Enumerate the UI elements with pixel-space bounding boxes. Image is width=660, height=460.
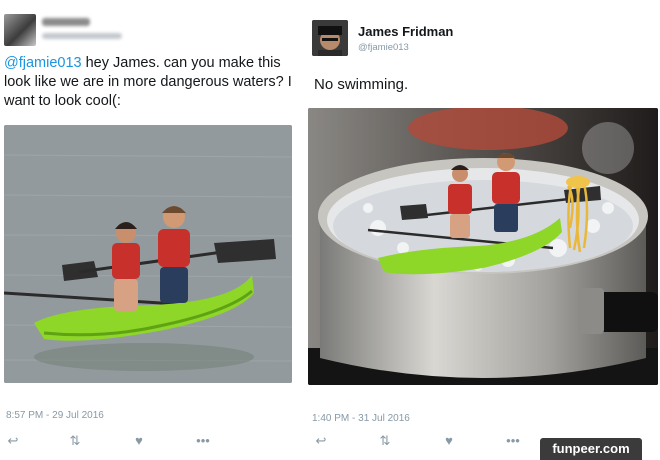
tweet-photo[interactable]: [4, 125, 292, 383]
tweet-text: @fjamie013 hey James. can you make this …: [4, 55, 292, 109]
tweet-timestamp[interactable]: 8:57 PM - 29 Jul 2016: [6, 410, 104, 421]
reply-icon[interactable]: ↩: [312, 432, 330, 450]
mention-link[interactable]: @fjamie013: [4, 55, 82, 71]
retweet-icon[interactable]: ⇅: [376, 432, 394, 450]
right-tweet: James Fridman @fjamie013 No swimming. 1:…: [306, 0, 660, 460]
tweet-timestamp[interactable]: 1:40 PM - 31 Jul 2016: [312, 413, 410, 424]
avatar[interactable]: [4, 14, 36, 46]
boiling-pot-photo: [308, 108, 658, 385]
more-icon[interactable]: •••: [504, 432, 522, 450]
tweet-photo[interactable]: [308, 108, 658, 385]
retweet-icon[interactable]: ⇅: [66, 432, 84, 450]
heart-icon[interactable]: ♥: [130, 432, 148, 450]
reply-icon[interactable]: ↩: [4, 432, 22, 450]
more-icon[interactable]: •••: [194, 432, 212, 450]
avatar-photo: [312, 20, 348, 56]
redacted-handle: [42, 33, 122, 39]
kayak-lake-photo: [4, 125, 292, 383]
tweet-text: No swimming.: [314, 76, 409, 93]
redacted-name: [42, 18, 90, 26]
watermark-badge: funpeer.com: [540, 438, 642, 460]
heart-icon[interactable]: ♥: [440, 432, 458, 450]
display-name[interactable]: James Fridman: [358, 24, 453, 39]
left-tweet: @fjamie013 hey James. can you make this …: [0, 0, 300, 460]
user-handle[interactable]: @fjamie013: [358, 42, 409, 53]
avatar[interactable]: [312, 20, 348, 56]
